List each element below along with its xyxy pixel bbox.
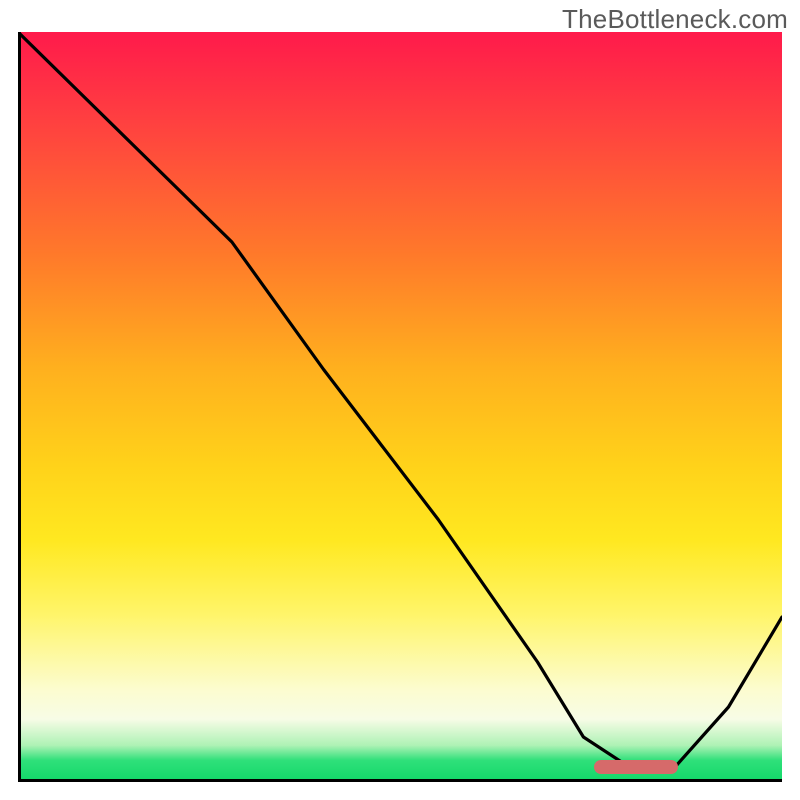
watermark-text: TheBottleneck.com <box>562 4 788 35</box>
chart-stage: TheBottleneck.com <box>0 0 800 800</box>
line-plot-svg <box>18 32 782 782</box>
optimal-range-marker <box>594 760 678 774</box>
bottleneck-curve-path <box>18 32 782 767</box>
